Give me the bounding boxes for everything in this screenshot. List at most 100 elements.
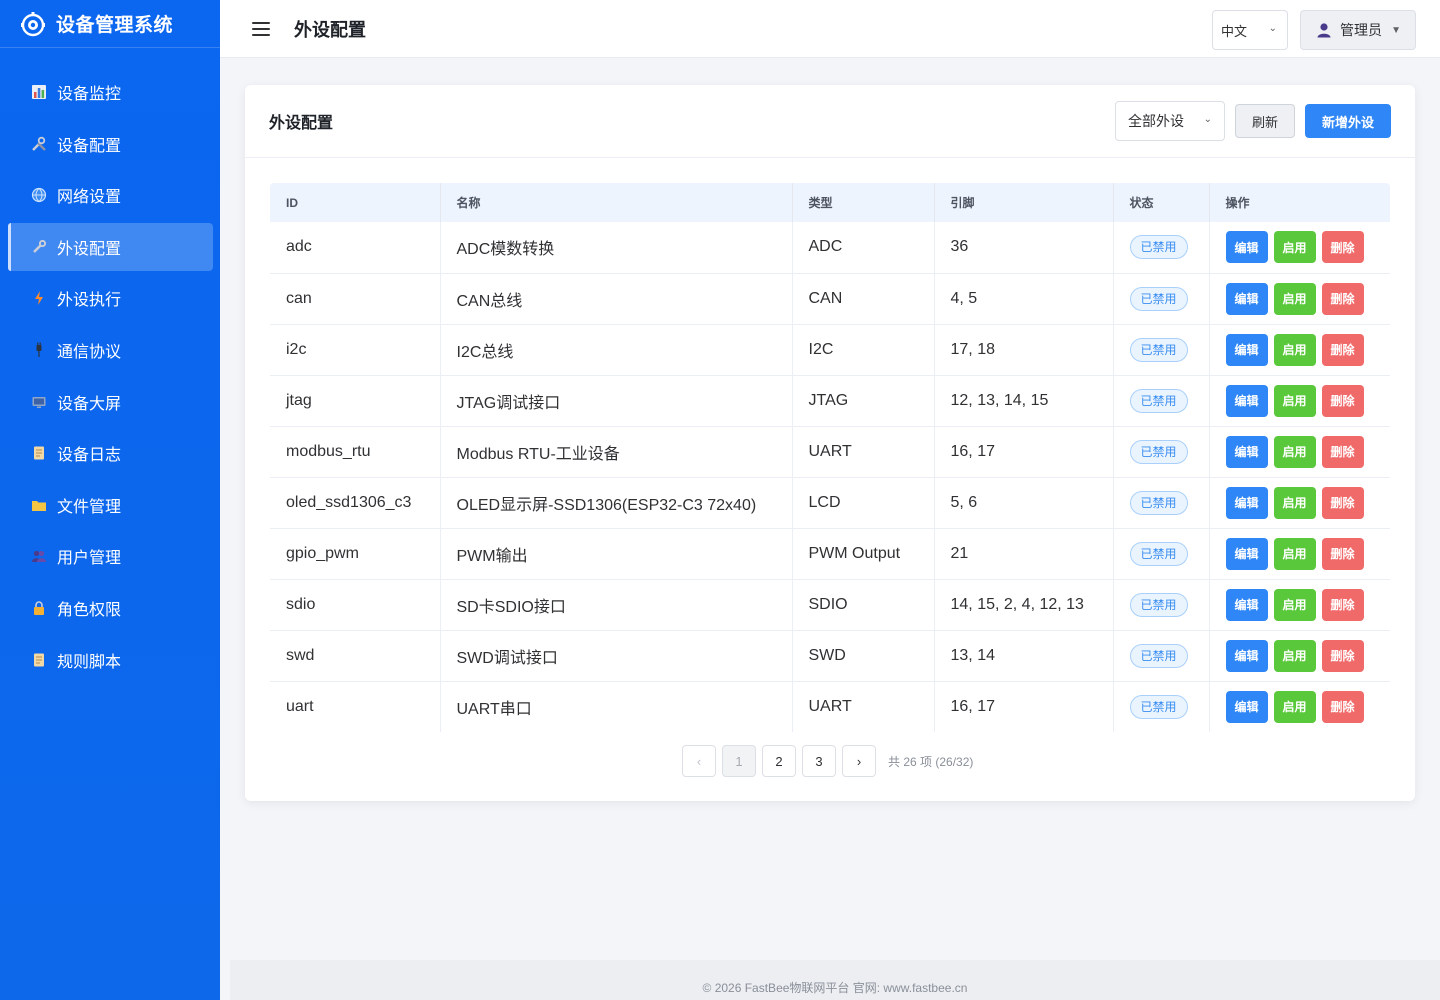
status-badge: 已禁用 <box>1129 337 1188 362</box>
peripheral-filter-select[interactable]: 全部外设 ⌄ <box>1115 101 1225 141</box>
page-button-1[interactable]: 1 <box>722 745 756 777</box>
edit-button[interactable]: 编辑 <box>1225 282 1268 315</box>
page-button-3[interactable]: 3 <box>802 745 836 777</box>
enable-button[interactable]: 启用 <box>1273 231 1316 264</box>
wrench-icon <box>30 238 48 256</box>
page-button-2[interactable]: 2 <box>762 745 796 777</box>
cell-type: SDIO <box>792 579 935 631</box>
enable-button[interactable]: 启用 <box>1273 282 1316 315</box>
status-badge: 已禁用 <box>1129 541 1188 566</box>
edit-button[interactable]: 编辑 <box>1225 537 1268 570</box>
cell-pins: 5, 6 <box>934 477 1114 529</box>
language-select[interactable]: 中文 ⌄ <box>1212 10 1288 50</box>
delete-button[interactable]: 删除 <box>1321 282 1364 315</box>
column-header-name[interactable]: 名称 <box>440 183 793 222</box>
cell-id: modbus_rtu <box>270 426 441 478</box>
column-header-pins[interactable]: 引脚 <box>934 183 1114 222</box>
cell-status: 已禁用 <box>1113 426 1210 478</box>
sidebar-item-bar-chart[interactable]: 设备监控 <box>8 68 213 116</box>
cell-id: swd <box>270 630 441 682</box>
edit-button[interactable]: 编辑 <box>1225 384 1268 417</box>
peripheral-card: 外设配置 全部外设 ⌄ 刷新 新增外设 ID 名称 类型 引脚 状态 操作 ad… <box>245 85 1415 801</box>
brand: 设备管理系统 <box>0 0 220 48</box>
prev-page-button[interactable]: ‹ <box>682 745 716 777</box>
cell-actions: 编辑 启用 删除 <box>1209 579 1390 631</box>
next-page-button[interactable]: › <box>842 745 876 777</box>
cell-name: SWD调试接口 <box>440 630 793 682</box>
tools-icon <box>30 135 48 153</box>
column-header-id[interactable]: ID <box>270 183 441 222</box>
sidebar-item-wrench[interactable]: 外设配置 <box>8 222 213 271</box>
cell-actions: 编辑 启用 删除 <box>1209 681 1390 732</box>
column-header-type[interactable]: 类型 <box>792 183 935 222</box>
edit-button[interactable]: 编辑 <box>1225 639 1268 672</box>
edit-button[interactable]: 编辑 <box>1225 231 1268 264</box>
table-row: can CAN总线 CAN 4, 5 已禁用 编辑 启用 删除 <box>270 273 1390 325</box>
globe-icon <box>30 186 48 204</box>
edit-button[interactable]: 编辑 <box>1225 333 1268 366</box>
enable-button[interactable]: 启用 <box>1273 333 1316 366</box>
cell-type: UART <box>792 681 935 732</box>
sidebar-item-label: 设备配置 <box>57 137 122 155</box>
delete-button[interactable]: 删除 <box>1321 537 1364 570</box>
cell-status: 已禁用 <box>1113 681 1210 732</box>
page-title: 外设配置 <box>294 19 366 40</box>
cell-name: PWM输出 <box>440 528 793 580</box>
enable-button[interactable]: 启用 <box>1273 486 1316 519</box>
cell-actions: 编辑 启用 删除 <box>1209 324 1390 376</box>
sidebar-item-tools[interactable]: 设备配置 <box>8 120 213 168</box>
enable-button[interactable]: 启用 <box>1273 537 1316 570</box>
delete-button[interactable]: 删除 <box>1321 486 1364 519</box>
enable-button[interactable]: 启用 <box>1273 384 1316 417</box>
table-header-row: ID 名称 类型 引脚 状态 操作 <box>270 183 1390 222</box>
top-header: 外设配置 中文 ⌄ 管理员 ▼ <box>220 0 1440 58</box>
delete-button[interactable]: 删除 <box>1321 588 1364 621</box>
cell-id: oled_ssd1306_c3 <box>270 477 441 529</box>
delete-button[interactable]: 删除 <box>1321 435 1364 468</box>
sidebar-item-script[interactable]: 规则脚本 <box>8 636 213 684</box>
refresh-button[interactable]: 刷新 <box>1235 104 1295 138</box>
cell-pins: 21 <box>934 528 1114 580</box>
status-badge: 已禁用 <box>1129 592 1188 617</box>
cell-status: 已禁用 <box>1113 375 1210 427</box>
sidebar-item-globe[interactable]: 网络设置 <box>8 171 213 219</box>
sidebar-item-label: 文件管理 <box>57 498 122 516</box>
user-menu-button[interactable]: 管理员 ▼ <box>1300 10 1416 50</box>
sidebar-item-users[interactable]: 用户管理 <box>8 532 213 580</box>
cell-actions: 编辑 启用 删除 <box>1209 222 1390 274</box>
enable-button[interactable]: 启用 <box>1273 639 1316 672</box>
status-badge: 已禁用 <box>1129 388 1188 413</box>
sidebar-item-label: 外设执行 <box>57 292 122 310</box>
column-header-status[interactable]: 状态 <box>1113 183 1210 222</box>
status-badge: 已禁用 <box>1129 490 1188 515</box>
delete-button[interactable]: 删除 <box>1321 333 1364 366</box>
edit-button[interactable]: 编辑 <box>1225 435 1268 468</box>
sidebar-item-monitor[interactable]: 设备大屏 <box>8 378 213 426</box>
delete-button[interactable]: 删除 <box>1321 690 1364 723</box>
sidebar-item-label: 设备日志 <box>57 447 122 465</box>
sidebar-item-label: 角色权限 <box>57 601 122 619</box>
add-peripheral-button[interactable]: 新增外设 <box>1305 104 1391 138</box>
delete-button[interactable]: 删除 <box>1321 231 1364 264</box>
cell-pins: 13, 14 <box>934 630 1114 682</box>
sidebar-item-plug[interactable]: 通信协议 <box>8 326 213 374</box>
sidebar-item-lock[interactable]: 角色权限 <box>8 584 213 632</box>
script-icon <box>30 651 48 669</box>
menu-toggle-icon[interactable] <box>252 21 270 36</box>
cell-actions: 编辑 启用 删除 <box>1209 375 1390 427</box>
delete-button[interactable]: 删除 <box>1321 384 1364 417</box>
sidebar-item-lightning[interactable]: 外设执行 <box>8 274 213 322</box>
edit-button[interactable]: 编辑 <box>1225 588 1268 621</box>
edit-button[interactable]: 编辑 <box>1225 690 1268 723</box>
cell-pins: 16, 17 <box>934 681 1114 732</box>
edit-button[interactable]: 编辑 <box>1225 486 1268 519</box>
plug-icon <box>30 341 48 359</box>
sidebar-item-folder[interactable]: 文件管理 <box>8 481 213 529</box>
table-row: jtag JTAG调试接口 JTAG 12, 13, 14, 15 已禁用 编辑 启用 删除 <box>270 375 1390 427</box>
delete-button[interactable]: 删除 <box>1321 639 1364 672</box>
enable-button[interactable]: 启用 <box>1273 588 1316 621</box>
sidebar-item-scroll[interactable]: 设备日志 <box>8 429 213 477</box>
cell-type: JTAG <box>792 375 935 427</box>
enable-button[interactable]: 启用 <box>1273 435 1316 468</box>
enable-button[interactable]: 启用 <box>1273 690 1316 723</box>
